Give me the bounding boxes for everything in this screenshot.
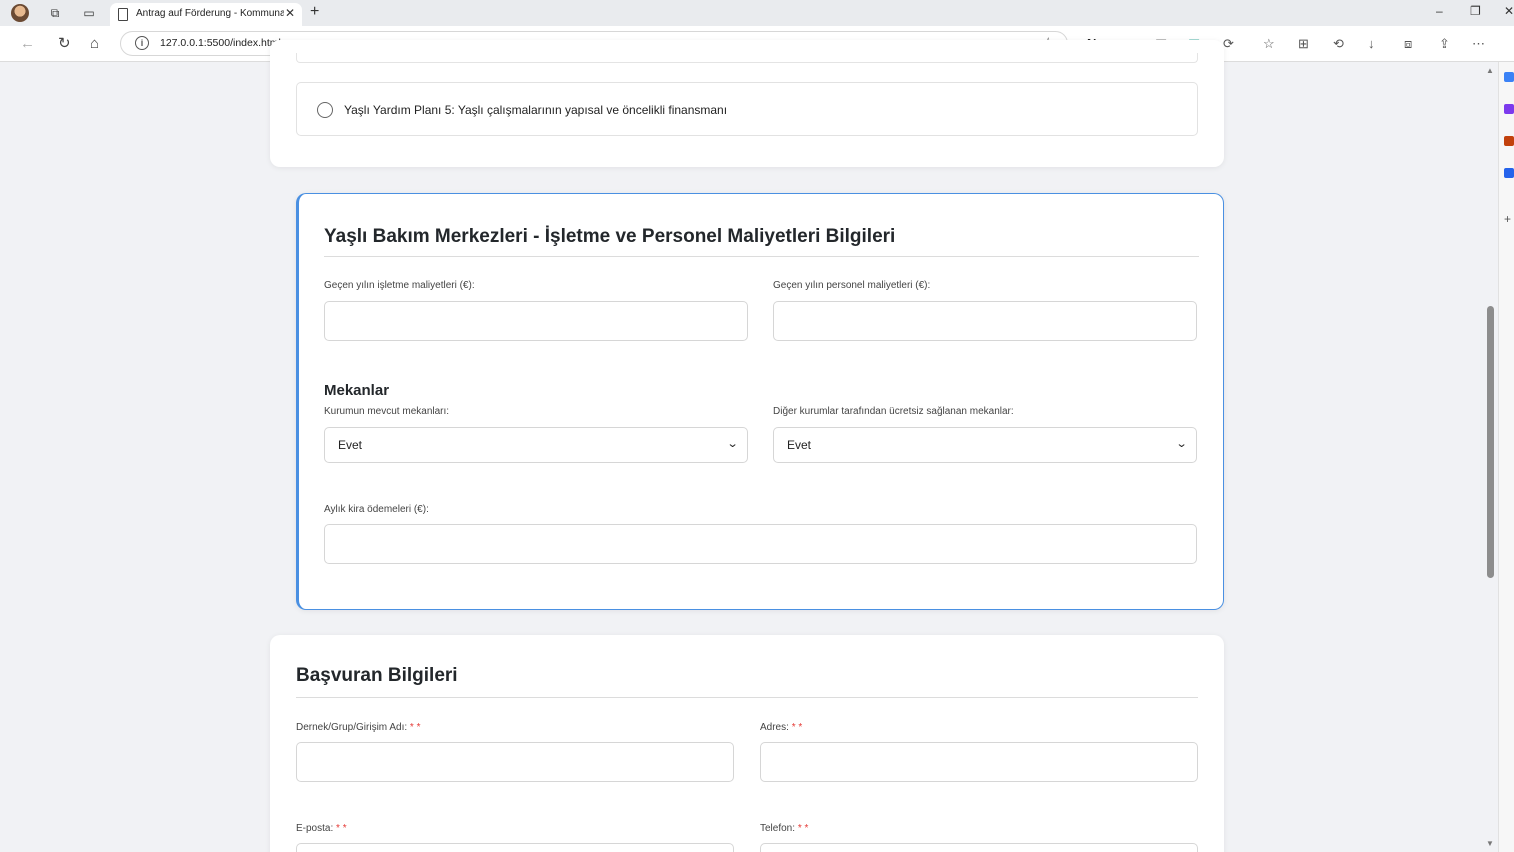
required-marker: * *	[409, 722, 421, 733]
required-marker: * *	[791, 722, 803, 733]
extensions-icon[interactable]: ⟳	[1223, 36, 1234, 52]
operating-costs-label: Geçen yılın işletme maliyetleri (€):	[324, 280, 475, 291]
tab-actions-icon[interactable]: ▭	[80, 4, 98, 22]
favorites-icon[interactable]: ☆	[1263, 36, 1275, 52]
page-icon	[118, 8, 128, 21]
free-premises-label: Diğer kurumlar tarafından ücretsiz sağla…	[773, 406, 1014, 417]
divider	[324, 256, 1199, 257]
elder-care-costs-card: Yaşlı Bakım Merkezleri - İşletme ve Pers…	[296, 193, 1224, 610]
page-scrollbar[interactable]: ▲ ▼	[1484, 62, 1497, 852]
plan-option-5[interactable]: Yaşlı Yardım Planı 5: Yaşlı çalışmaların…	[296, 82, 1198, 136]
personnel-costs-input[interactable]	[773, 301, 1197, 341]
own-premises-label: Kurumun mevcut mekanları:	[324, 406, 450, 417]
onenote-icon[interactable]	[1504, 104, 1514, 114]
browser-tab[interactable]: Antrag auf Förderung - Kommuna ✕	[110, 3, 302, 26]
previous-option-box[interactable]	[296, 53, 1198, 63]
own-premises-value: Evet	[338, 438, 363, 452]
workspaces-icon[interactable]: ⧉	[46, 4, 64, 22]
premises-heading: Mekanlar	[324, 382, 390, 399]
new-tab-button[interactable]: +	[310, 3, 319, 21]
personnel-costs-label: Geçen yılın personel maliyetleri (€):	[773, 280, 931, 291]
minimize-icon[interactable]: –	[1436, 4, 1443, 18]
screenshot-icon[interactable]: ⧈	[1404, 36, 1412, 52]
organization-name-input[interactable]	[296, 742, 734, 782]
own-premises-select[interactable]: Evet ⌄	[324, 427, 748, 463]
section-heading: Yaşlı Bakım Merkezleri - İşletme ve Pers…	[324, 226, 896, 247]
copilot-icon[interactable]	[1504, 72, 1514, 82]
section-heading: Başvuran Bilgileri	[296, 665, 458, 686]
history-icon[interactable]: ⟲	[1333, 36, 1344, 52]
operating-costs-input[interactable]	[324, 301, 748, 341]
assistant-icon[interactable]	[1504, 168, 1514, 178]
organization-name-label: Dernek/Grup/Girişim Adı: * *	[296, 722, 420, 733]
scrollbar-thumb[interactable]	[1487, 306, 1494, 578]
chevron-down-icon: ⌄	[1175, 438, 1188, 450]
free-premises-value: Evet	[787, 438, 812, 452]
settings-more-icon[interactable]: ⋯	[1472, 36, 1485, 52]
home-icon[interactable]: ⌂	[90, 35, 99, 53]
browser-sidebar: +	[1498, 62, 1514, 852]
plan-5-label: Yaşlı Yardım Planı 5: Yaşlı çalışmaların…	[344, 103, 728, 117]
profile-avatar[interactable]	[11, 4, 29, 22]
back-icon[interactable]: ←	[20, 35, 35, 53]
restore-icon[interactable]: ❐	[1470, 4, 1481, 18]
divider	[296, 697, 1198, 698]
rent-label: Aylık kira ödemeleri (€):	[324, 504, 429, 515]
address-label-text: Adres:	[760, 722, 792, 733]
browser-tab-bar: ⧉ ▭ Antrag auf Förderung - Kommuna ✕ + –…	[0, 0, 1514, 26]
site-info-icon[interactable]: i	[135, 36, 149, 50]
close-tab-icon[interactable]: ✕	[285, 6, 295, 20]
refresh-icon[interactable]: ↻	[58, 35, 71, 53]
url-text: 127.0.0.1:5500/index.html	[160, 37, 281, 49]
required-marker: * *	[336, 823, 347, 834]
free-premises-select[interactable]: Evet ⌄	[773, 427, 1197, 463]
required-marker: * *	[797, 823, 809, 834]
email-label-text: E-posta:	[296, 823, 337, 834]
plan-5-radio[interactable]	[317, 102, 333, 118]
phone-label-text: Telefon:	[760, 823, 798, 834]
tab-title: Antrag auf Förderung - Kommuna	[136, 8, 284, 19]
scroll-up-icon[interactable]: ▲	[1486, 66, 1494, 75]
app-icon[interactable]	[1504, 136, 1514, 146]
email-input[interactable]	[296, 843, 734, 852]
address-input[interactable]	[760, 742, 1198, 782]
close-window-icon[interactable]: ✕	[1504, 4, 1514, 18]
collections-icon[interactable]: ⊞	[1298, 36, 1309, 52]
phone-label: Telefon: * *	[760, 823, 808, 834]
scroll-down-icon[interactable]: ▼	[1486, 839, 1494, 848]
downloads-icon[interactable]: ↓	[1368, 36, 1375, 52]
phone-input[interactable]	[760, 843, 1198, 852]
rent-input[interactable]	[324, 524, 1197, 564]
applicant-info-card: Başvuran Bilgileri Dernek/Grup/Girişim A…	[270, 635, 1224, 852]
email-label: E-posta: * *	[296, 823, 347, 834]
chevron-down-icon: ⌄	[726, 438, 739, 450]
share-icon[interactable]: ⇪	[1439, 36, 1450, 52]
organization-name-label-text: Dernek/Grup/Girişim Adı:	[296, 722, 410, 733]
add-sidebar-app-icon[interactable]: +	[1504, 213, 1514, 225]
funding-plan-card: Yaşlı Yardım Planı 5: Yaşlı çalışmaların…	[270, 40, 1224, 167]
address-label: Adres: * *	[760, 722, 802, 733]
